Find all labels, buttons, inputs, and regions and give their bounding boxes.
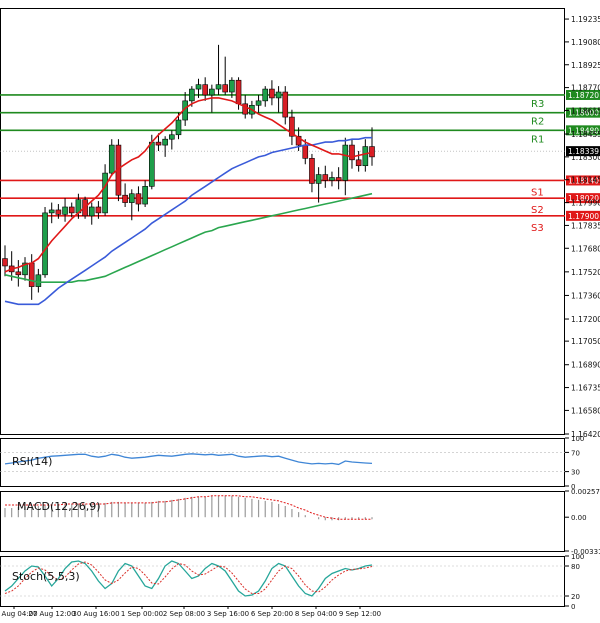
level-label-r1: R1 — [531, 134, 544, 145]
rsi-tick-label: 30 — [571, 469, 580, 477]
level-label-r2: R2 — [531, 117, 544, 128]
candle-body — [68, 206, 75, 214]
stoch-tick-label: 100 — [571, 553, 584, 561]
price-tick-label: 1.19080 — [571, 38, 600, 47]
candle-body — [315, 174, 322, 184]
candle-body — [209, 88, 215, 96]
candle-body — [169, 134, 175, 140]
price-tick-label: 1.16735 — [571, 384, 600, 393]
stoch-label: Stoch(5,5,3) — [12, 570, 80, 583]
candle-body — [128, 193, 135, 203]
candle-body — [135, 193, 142, 205]
rsi-tick-label: 100 — [571, 435, 584, 443]
price-tick-label: 1.17360 — [571, 291, 600, 300]
candle-body — [195, 84, 202, 90]
candle-body — [2, 258, 8, 267]
candle-body — [255, 100, 262, 106]
candle-body — [329, 177, 335, 181]
candle-body — [189, 88, 195, 102]
level-label-r3: R3 — [531, 99, 544, 110]
candle-body — [122, 194, 128, 203]
price-tick-label: 1.19235 — [571, 15, 600, 24]
price-tick-label: 1.16580 — [571, 406, 600, 415]
price-tick-label: 1.17050 — [571, 337, 600, 346]
level-label-s2: S2 — [531, 205, 544, 216]
x-tick-label: 9 Sep 12:00 — [339, 610, 381, 618]
x-tick-label: 1 Sep 00:00 — [121, 610, 163, 618]
x-tick-label: 2 Sep 08:00 — [163, 610, 205, 618]
candle-body — [355, 159, 362, 167]
candle-body — [88, 206, 95, 217]
candle-body — [48, 209, 55, 214]
price-tick-label: 1.17990 — [571, 199, 600, 208]
candle-body — [269, 88, 275, 99]
candle-body — [62, 206, 68, 215]
price-tick-label: 1.18300 — [571, 153, 600, 162]
price-tick-label: 1.18615 — [571, 106, 600, 115]
candle-body — [162, 138, 168, 146]
candle-body — [55, 209, 62, 215]
stoch-tick-label: 0 — [571, 603, 575, 611]
candle-body — [149, 141, 155, 187]
x-tick-label: 27 Aug 12:00 — [28, 610, 75, 618]
candle-body — [108, 144, 115, 174]
forex-chart: R3R2R1S1S2S3 1.187201.186001.184801.1814… — [0, 0, 600, 623]
candle-body — [215, 84, 222, 90]
macd-label: MACD(12,26,9) — [17, 500, 101, 513]
candle-body — [102, 172, 108, 214]
price-tick-label: 1.17200 — [571, 315, 600, 324]
macd-tick-label: 0.002571 — [571, 488, 600, 496]
candle-body — [235, 79, 242, 105]
x-tick-label: 8 Sep 04:00 — [295, 610, 337, 618]
price-tick-label: 1.16890 — [571, 361, 600, 370]
candle-body — [42, 212, 48, 276]
candle-body — [35, 274, 42, 287]
candle-body — [342, 144, 349, 181]
candle-body — [335, 177, 342, 181]
candle-body — [369, 146, 375, 158]
stoch-tick-label: 20 — [571, 593, 580, 601]
x-tick-label: 6 Sep 20:00 — [251, 610, 293, 618]
rsi-tick-label: 70 — [571, 449, 580, 457]
level-label-s3: S3 — [531, 223, 544, 234]
x-tick-label: 3 Sep 16:00 — [207, 610, 249, 618]
price-tick-label: 1.18925 — [571, 61, 600, 70]
rsi-label: RSI(14) — [12, 455, 52, 468]
price-tick-label: 1.17680 — [571, 244, 600, 253]
candle-body — [275, 91, 282, 99]
macd-tick-label: 0.00 — [571, 514, 587, 522]
candle-body — [222, 84, 228, 93]
price-tick-label: 1.17835 — [571, 221, 600, 230]
price-tick-label: 1.17520 — [571, 268, 600, 277]
level-label-s1: S1 — [531, 187, 544, 198]
candle-body — [362, 146, 369, 167]
candle-body — [15, 271, 22, 276]
candle-body — [202, 84, 208, 96]
candle-body — [142, 186, 148, 205]
candle-body — [95, 206, 102, 214]
level-tag-text-s3: 1.17900 — [568, 212, 599, 221]
candle-body — [282, 91, 289, 118]
stoch-tick-label: 80 — [571, 563, 580, 571]
x-tick-label: 30 Aug 16:00 — [72, 610, 119, 618]
candle-body — [229, 79, 235, 93]
candle-body — [155, 141, 162, 146]
candle-body — [175, 119, 182, 136]
price-tick-label: 1.18145 — [571, 176, 600, 185]
price-tick-label: 1.18770 — [571, 84, 600, 93]
candle-body — [309, 158, 315, 184]
price-tick-label: 1.18455 — [571, 130, 600, 139]
candle-body — [302, 144, 309, 159]
candle-body — [262, 88, 269, 102]
candle-body — [322, 174, 329, 181]
candle-body — [28, 262, 35, 287]
